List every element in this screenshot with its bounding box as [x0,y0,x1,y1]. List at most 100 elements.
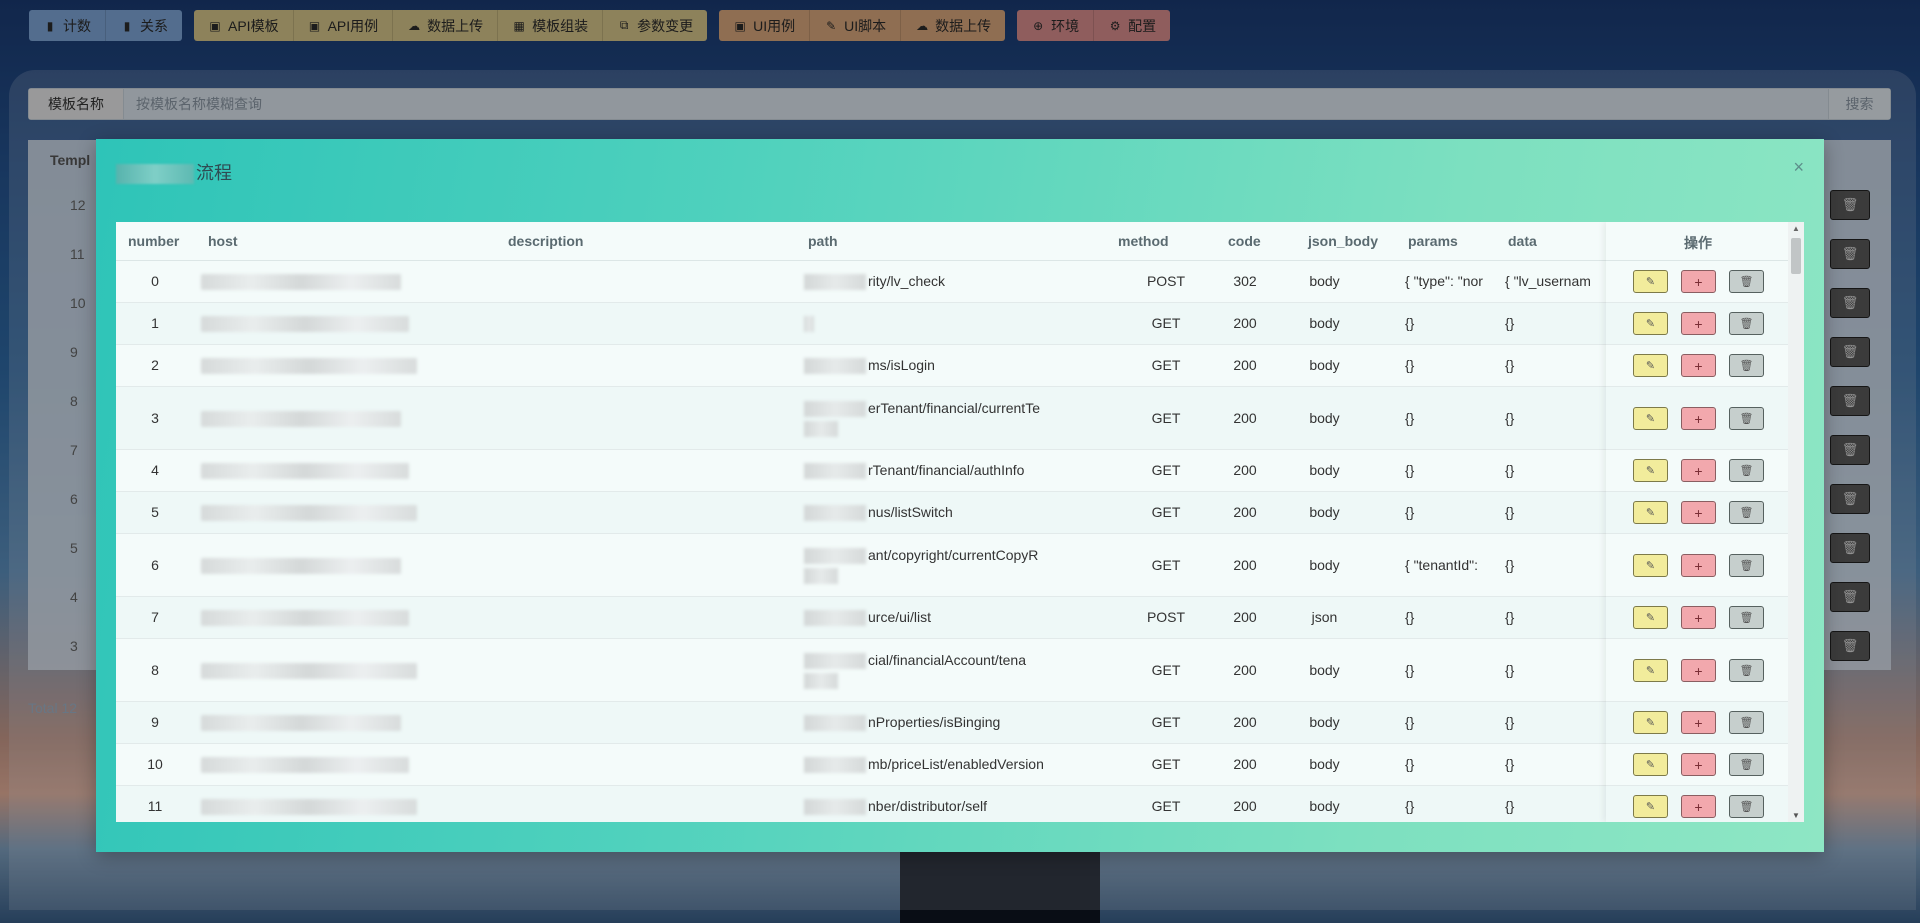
cell-params: {} [1405,357,1415,373]
column-header-description: description [508,233,584,249]
cell-json-body: body [1309,798,1340,814]
cell-json-body: body [1309,410,1340,426]
cell-params: {} [1405,662,1415,678]
cell-path: nber/distributor/self [868,798,988,814]
redacted-host [201,558,401,574]
scroll-up-icon[interactable]: ▲ [1792,224,1800,233]
column-header-data: data [1508,233,1537,249]
redacted-path-suffix [804,568,838,584]
cell-path: urce/ui/list [868,609,932,625]
cell-code: 200 [1233,798,1257,814]
cell-code: 302 [1233,273,1257,289]
cell-number: 2 [151,357,159,373]
cell-number: 0 [151,273,159,289]
cell-path: ant/copyright/currentCopyR [868,547,1039,563]
cell-code: 200 [1233,315,1257,331]
cell-json-body: body [1309,557,1340,573]
flow-steps-table: number host description path method code… [116,222,1804,822]
flow-detail-modal: 流程 × number host description path method… [96,139,1824,852]
redacted-path-prefix [804,757,866,773]
cell-data: {} [1505,714,1515,730]
cell-number: 3 [151,410,159,426]
cell-data: {} [1505,357,1515,373]
column-header-path: path [808,233,838,249]
cell-json-body: body [1309,662,1340,678]
modal-title: 流程 [116,159,232,185]
cell-number: 9 [151,714,159,730]
table-row: 5 nus/listSwitch GET 200 body{}{} ✎ + 🗑 [116,492,1788,534]
cell-method: GET [1151,557,1181,573]
cell-path: erTenant/financial/currentTe [868,400,1040,416]
cell-json-body: body [1309,714,1340,730]
cell-params: { "type": "nor [1405,273,1483,289]
cell-data: {} [1505,756,1515,772]
column-header-host: host [208,233,238,249]
table-row: 4 rTenant/financial/authInfo GET 200 body {} {… [116,450,1788,492]
cell-data: {} [1505,315,1515,331]
cell-data: {} [1505,504,1515,520]
cell-data: {} [1505,557,1515,573]
redacted-host [201,715,401,731]
cell-code: 200 [1233,714,1257,730]
redacted-path-prefix [804,799,866,815]
cell-json-body: body [1309,756,1340,772]
column-header-json-body: json_body [1308,233,1379,249]
table-row: 2 ms/isLogin GET 200 body{}{} ✎ + 🗑 [116,345,1788,387]
cell-data: { "lv_usernam [1505,273,1591,289]
cell-params: {} [1405,410,1415,426]
cell-number: 7 [151,609,159,625]
cell-params: {} [1405,504,1415,520]
cell-params: {} [1405,756,1415,772]
vertical-scrollbar[interactable]: ▲ ▼ [1788,222,1804,822]
redacted-host [201,411,401,427]
cell-data: {} [1505,798,1515,814]
redacted-title-prefix [116,164,194,185]
cell-path: nus/listSwitch [868,504,953,520]
cell-params: {} [1405,798,1415,814]
scrollbar-thumb[interactable] [1791,238,1801,274]
cell-number: 10 [147,756,163,772]
cell-number: 5 [151,504,159,520]
table-header: number host description path method code… [116,222,1804,261]
cell-params: {} [1405,462,1415,478]
redacted-path-prefix [804,274,866,290]
cell-path: mb/priceList/enabledVersion [868,756,1044,772]
cell-path: rity/lv_check [868,273,946,289]
cell-number: 1 [151,315,159,331]
cell-json-body: body [1309,504,1340,520]
cell-number: 6 [151,557,159,573]
redacted-host [201,663,417,679]
cell-method: GET [1151,662,1181,678]
cell-method: GET [1151,504,1181,520]
cell-method: GET [1151,462,1181,478]
redacted-path-prefix [804,463,866,479]
cell-path: cial/financialAccount/tena [868,652,1026,668]
cell-params: {} [1405,714,1415,730]
cell-number: 4 [151,462,159,478]
table-row: 6 ant/copyright/currentCopyR GET 200 body { "… [116,534,1788,597]
cell-data: {} [1505,609,1515,625]
redacted-host [201,316,409,332]
cell-params: {} [1405,609,1415,625]
table-row: 11 nber/distributor/self GET 200 body{}{} ✎ + 🗑 [116,786,1788,822]
table-row: 8 cial/financialAccount/tena GET 200 body {} {… [116,639,1788,702]
scroll-down-icon[interactable]: ▼ [1792,811,1800,820]
redacted-path-prefix [804,505,866,521]
cell-params: {} [1405,315,1415,331]
cell-method: POST [1146,609,1186,625]
table-row: 0 rity/lv_check POST 302 body { "type": "nor {… [116,261,1788,303]
cell-code: 200 [1233,357,1257,373]
close-icon[interactable]: × [1793,157,1804,178]
cell-method: POST [1146,273,1186,289]
column-header-method: method [1118,233,1169,249]
redacted-host [201,757,409,773]
redacted-path-prefix [804,358,866,374]
cell-data: {} [1505,462,1515,478]
column-header-number: number [128,233,180,249]
redacted-path-prefix [804,610,866,626]
cell-params: { "tenantId": [1405,557,1478,573]
column-header-code: code [1228,233,1261,249]
redacted-host [201,505,417,521]
redacted-path-prefix [804,316,814,332]
cell-json-body: body [1309,462,1340,478]
